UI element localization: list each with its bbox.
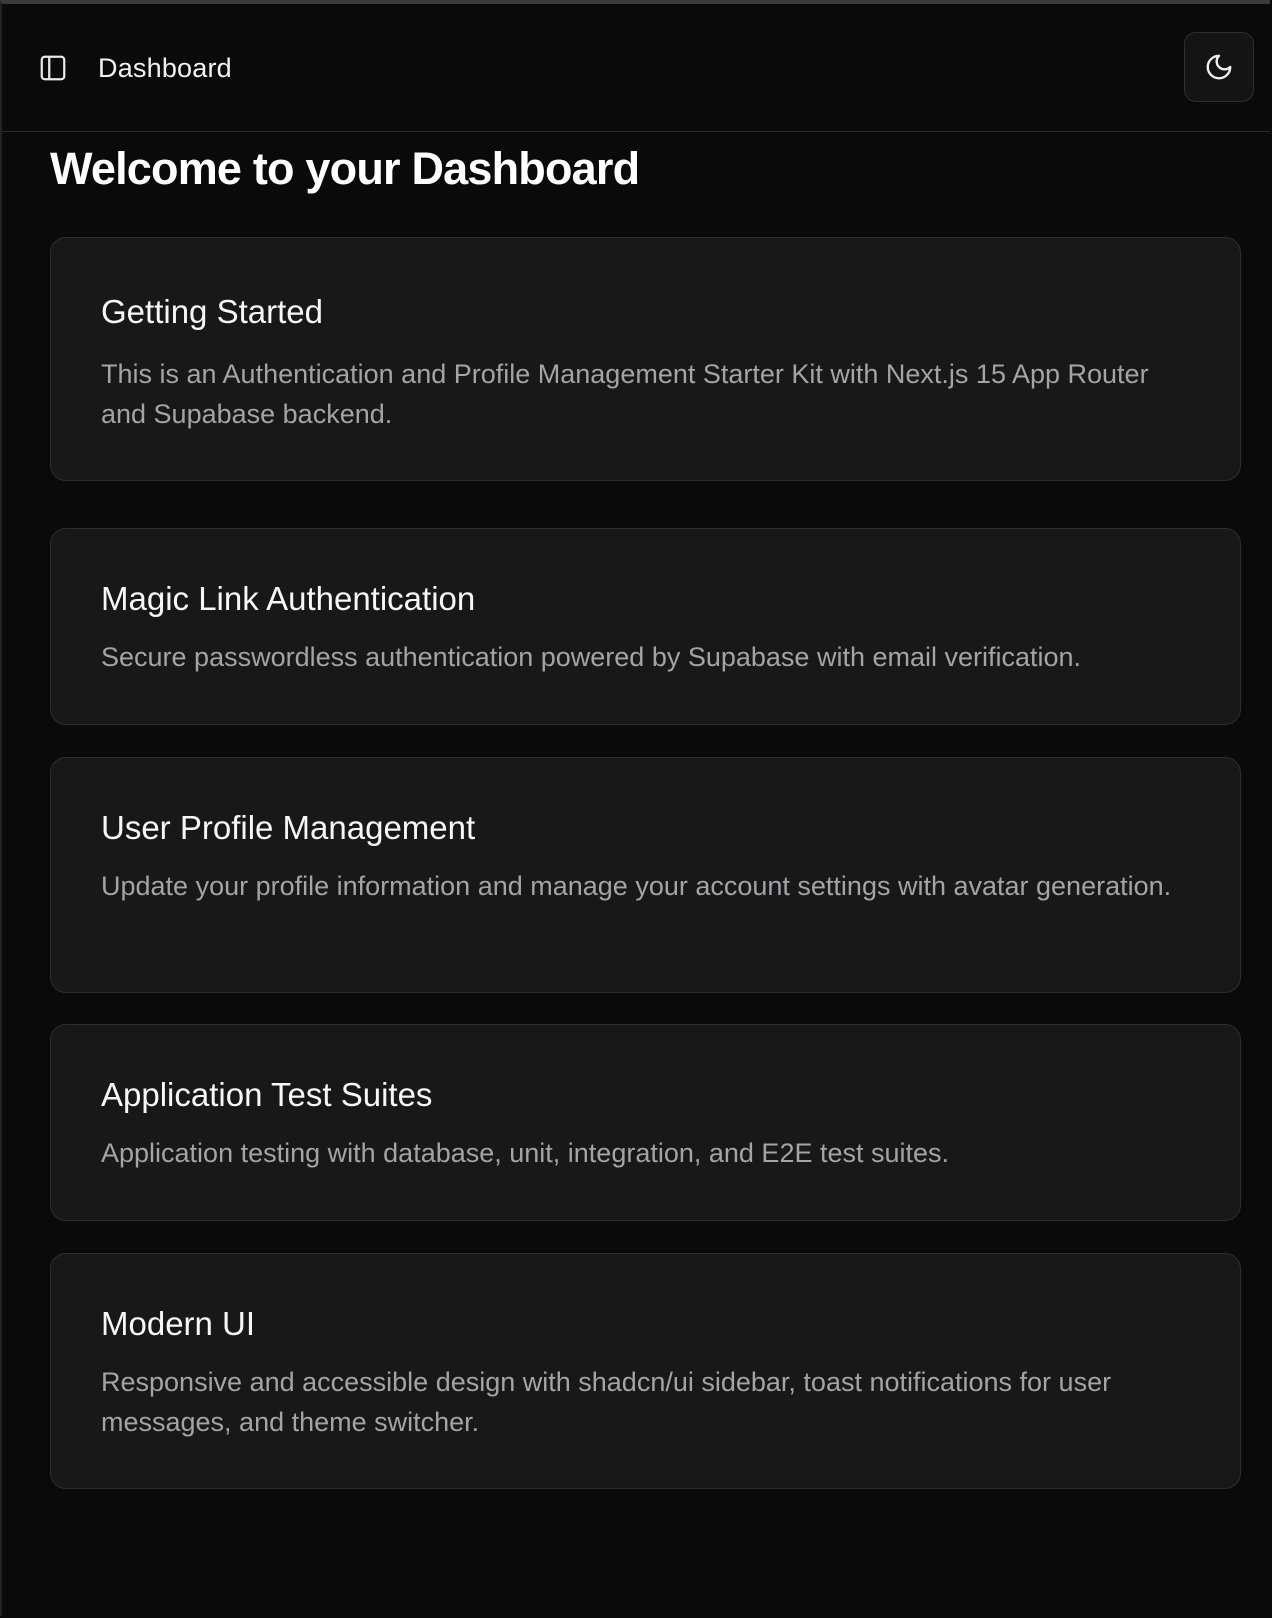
- card-title: Magic Link Authentication: [101, 580, 476, 617]
- card-title: Modern UI: [101, 1305, 256, 1342]
- card-title: User Profile Management: [101, 809, 476, 846]
- card-description: Responsive and accessible design with sh…: [101, 1367, 1112, 1437]
- breadcrumb-title: Dashboard: [98, 53, 232, 83]
- card-getting-started: Getting Started This is an Authenticatio…: [50, 237, 1241, 481]
- card-user-profile-management: User Profile Management Update your prof…: [50, 757, 1241, 993]
- card-application-test-suites: Application Test Suites Application test…: [50, 1024, 1241, 1221]
- card-title: Getting Started: [101, 293, 323, 330]
- card-title: Application Test Suites: [101, 1076, 433, 1113]
- card-description: This is an Authentication and Profile Ma…: [101, 359, 1149, 429]
- card-magic-link-authentication: Magic Link Authentication Secure passwor…: [50, 528, 1241, 725]
- moon-icon: [1206, 54, 1232, 80]
- card-description: Application testing with database, unit,…: [101, 1138, 950, 1168]
- card-description: Update your profile information and mana…: [101, 871, 1172, 901]
- page-title: Welcome to your Dashboard: [50, 143, 640, 194]
- card-modern-ui: Modern UI Responsive and accessible desi…: [50, 1253, 1241, 1489]
- top-bar: Dashboard: [2, 4, 1270, 132]
- theme-toggle-button[interactable]: [1184, 32, 1254, 102]
- card-description: Secure passwordless authentication power…: [101, 642, 1082, 672]
- sidebar-toggle-button[interactable]: [36, 51, 70, 85]
- app-window: Dashboard Welcome to your Dashboard Gett…: [0, 0, 1270, 1616]
- sidebar-panel-icon: [40, 55, 66, 81]
